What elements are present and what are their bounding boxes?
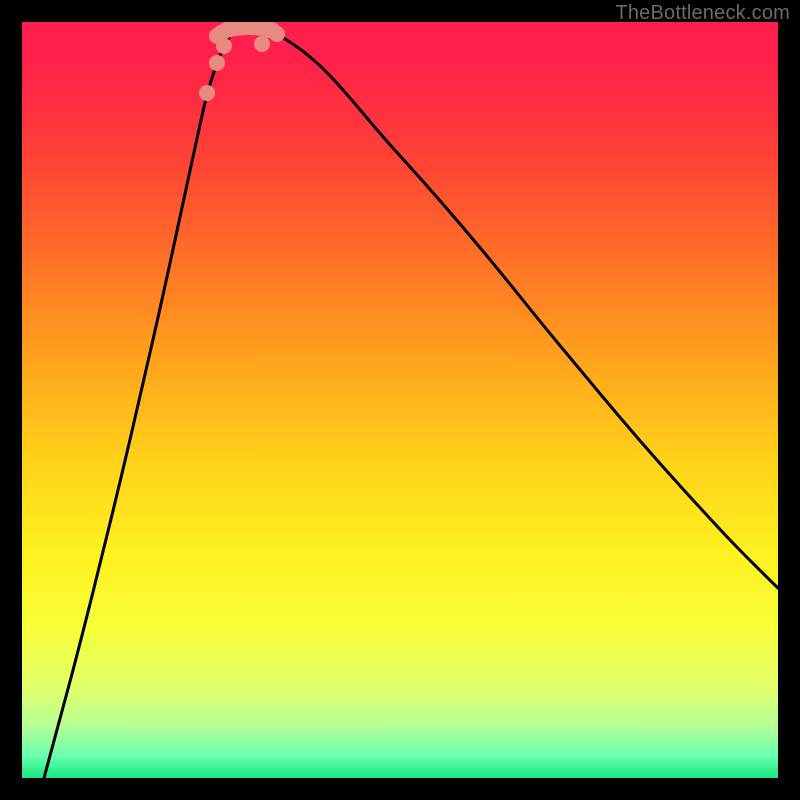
gradient-background — [22, 22, 778, 778]
marker-dot — [199, 85, 215, 101]
bottom-arc — [217, 27, 272, 36]
marker-dot — [254, 36, 270, 52]
outer-frame: TheBottleneck.com — [0, 0, 800, 800]
marker-dot — [209, 55, 225, 71]
chart-svg — [22, 22, 778, 778]
bottleneck-plot — [22, 22, 778, 778]
